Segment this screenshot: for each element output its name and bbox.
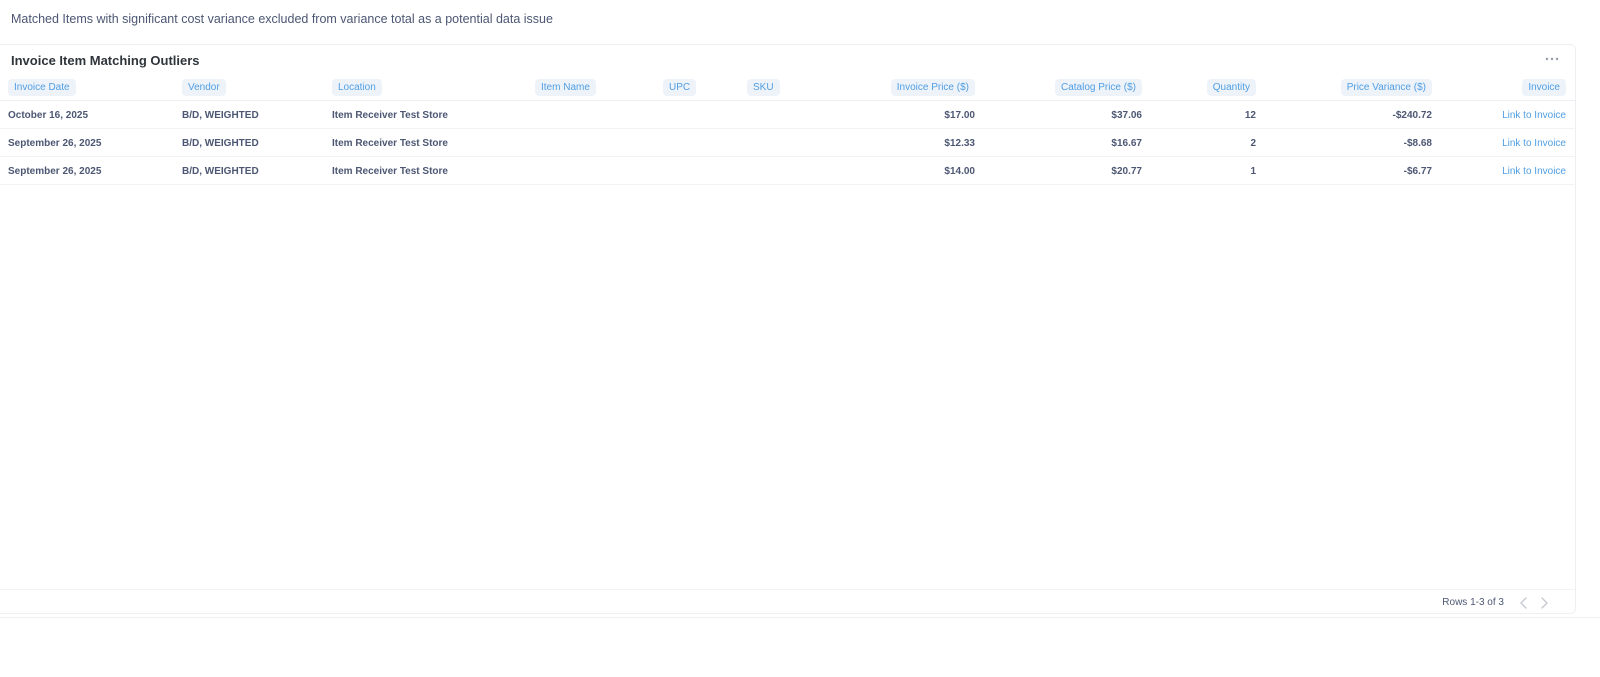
data-table: Invoice Date Vendor Location Item Name U…	[0, 73, 1576, 185]
dashboard-text-card: Matched Items with significant cost vari…	[0, 0, 1600, 44]
cell-catalog-price: $20.77	[1111, 165, 1142, 177]
ellipsis-icon[interactable]	[1543, 51, 1561, 67]
cell-location: Item Receiver Test Store	[332, 109, 448, 121]
column-header-location: Location	[332, 73, 522, 101]
header-pill[interactable]: Location	[332, 78, 382, 96]
cell-item-name	[535, 129, 645, 157]
chevron-right-icon[interactable]	[1536, 595, 1552, 611]
column-header-sku: SKU	[747, 73, 817, 101]
cell-sku	[747, 101, 817, 129]
cell-invoice-price: $12.33	[944, 137, 975, 149]
cell-price-variance: -$240.72	[1392, 109, 1432, 121]
column-header-invoice-date: Invoice Date	[8, 73, 168, 101]
cell-vendor: B/D, WEIGHTED	[182, 137, 259, 149]
outliers-table-card: Invoice Item Matching Outliers Invoice D…	[0, 44, 1576, 614]
cell-upc	[663, 129, 733, 157]
cell-quantity: 2	[1250, 137, 1256, 149]
cell-invoice: Link to Invoice	[1440, 129, 1566, 157]
cell-vendor: B/D, WEIGHTED	[182, 109, 259, 121]
cell-invoice-date: September 26, 2025	[8, 165, 102, 177]
header-pill[interactable]: Item Name	[535, 78, 596, 96]
cell-upc	[663, 101, 733, 129]
cell-price-variance: -$6.77	[1403, 165, 1432, 177]
card-title: Invoice Item Matching Outliers	[11, 53, 200, 68]
header-pill[interactable]: Price Variance ($)	[1340, 78, 1432, 96]
column-header-quantity: Quantity	[1160, 73, 1256, 101]
header-pill[interactable]: SKU	[747, 78, 780, 96]
table-row: September 26, 2025 B/D, WEIGHTED Item Re…	[0, 129, 1576, 157]
cell-sku	[747, 129, 817, 157]
chevron-left-icon[interactable]	[1516, 595, 1532, 611]
cell-invoice: Link to Invoice	[1440, 157, 1566, 185]
invoice-link[interactable]: Link to Invoice	[1502, 110, 1566, 121]
cell-invoice-price: $14.00	[944, 165, 975, 177]
cell-price-variance: -$8.68	[1403, 137, 1432, 149]
cell-invoice-date: October 16, 2025	[8, 109, 89, 121]
column-header-price-variance: Price Variance ($)	[1270, 73, 1432, 101]
rows-count-label: Rows 1-3 of 3	[1442, 597, 1504, 608]
cell-location: Item Receiver Test Store	[332, 137, 448, 149]
header-pill[interactable]: Invoice Date	[8, 78, 76, 96]
column-header-item-name: Item Name	[535, 73, 645, 101]
cell-catalog-price: $37.06	[1111, 109, 1142, 121]
header-pill[interactable]: Quantity	[1206, 78, 1256, 96]
cell-invoice-date: September 26, 2025	[8, 137, 102, 149]
column-header-catalog-price: Catalog Price ($)	[990, 73, 1142, 101]
cell-item-name	[535, 101, 645, 129]
cell-location: Item Receiver Test Store	[332, 165, 448, 177]
cell-invoice-price: $17.00	[944, 109, 975, 121]
column-header-invoice: Invoice	[1440, 73, 1566, 101]
cell-sku	[747, 157, 817, 185]
cell-item-name	[535, 157, 645, 185]
invoice-link[interactable]: Link to Invoice	[1502, 166, 1566, 177]
header-pill[interactable]: UPC	[663, 78, 697, 96]
cell-quantity: 12	[1244, 109, 1256, 121]
table-footer: Rows 1-3 of 3	[0, 589, 1576, 615]
column-header-vendor: Vendor	[182, 73, 322, 101]
column-header-invoice-price: Invoice Price ($)	[830, 73, 975, 101]
divider	[0, 617, 1600, 618]
header-pill[interactable]: Vendor	[182, 78, 226, 96]
table-row: September 26, 2025 B/D, WEIGHTED Item Re…	[0, 157, 1576, 185]
header-pill[interactable]: Invoice Price ($)	[890, 78, 975, 96]
cell-vendor: B/D, WEIGHTED	[182, 165, 259, 177]
column-header-upc: UPC	[663, 73, 733, 101]
header-pill[interactable]: Invoice	[1522, 78, 1566, 96]
header-pill[interactable]: Catalog Price ($)	[1054, 78, 1142, 96]
cell-quantity: 1	[1250, 165, 1256, 177]
table-header: Invoice Date Vendor Location Item Name U…	[0, 73, 1576, 101]
note-text: Matched Items with significant cost vari…	[11, 12, 553, 26]
cell-catalog-price: $16.67	[1111, 137, 1142, 149]
table-row: October 16, 2025 B/D, WEIGHTED Item Rece…	[0, 101, 1576, 129]
invoice-link[interactable]: Link to Invoice	[1502, 138, 1566, 149]
cell-upc	[663, 157, 733, 185]
cell-invoice: Link to Invoice	[1440, 101, 1566, 129]
